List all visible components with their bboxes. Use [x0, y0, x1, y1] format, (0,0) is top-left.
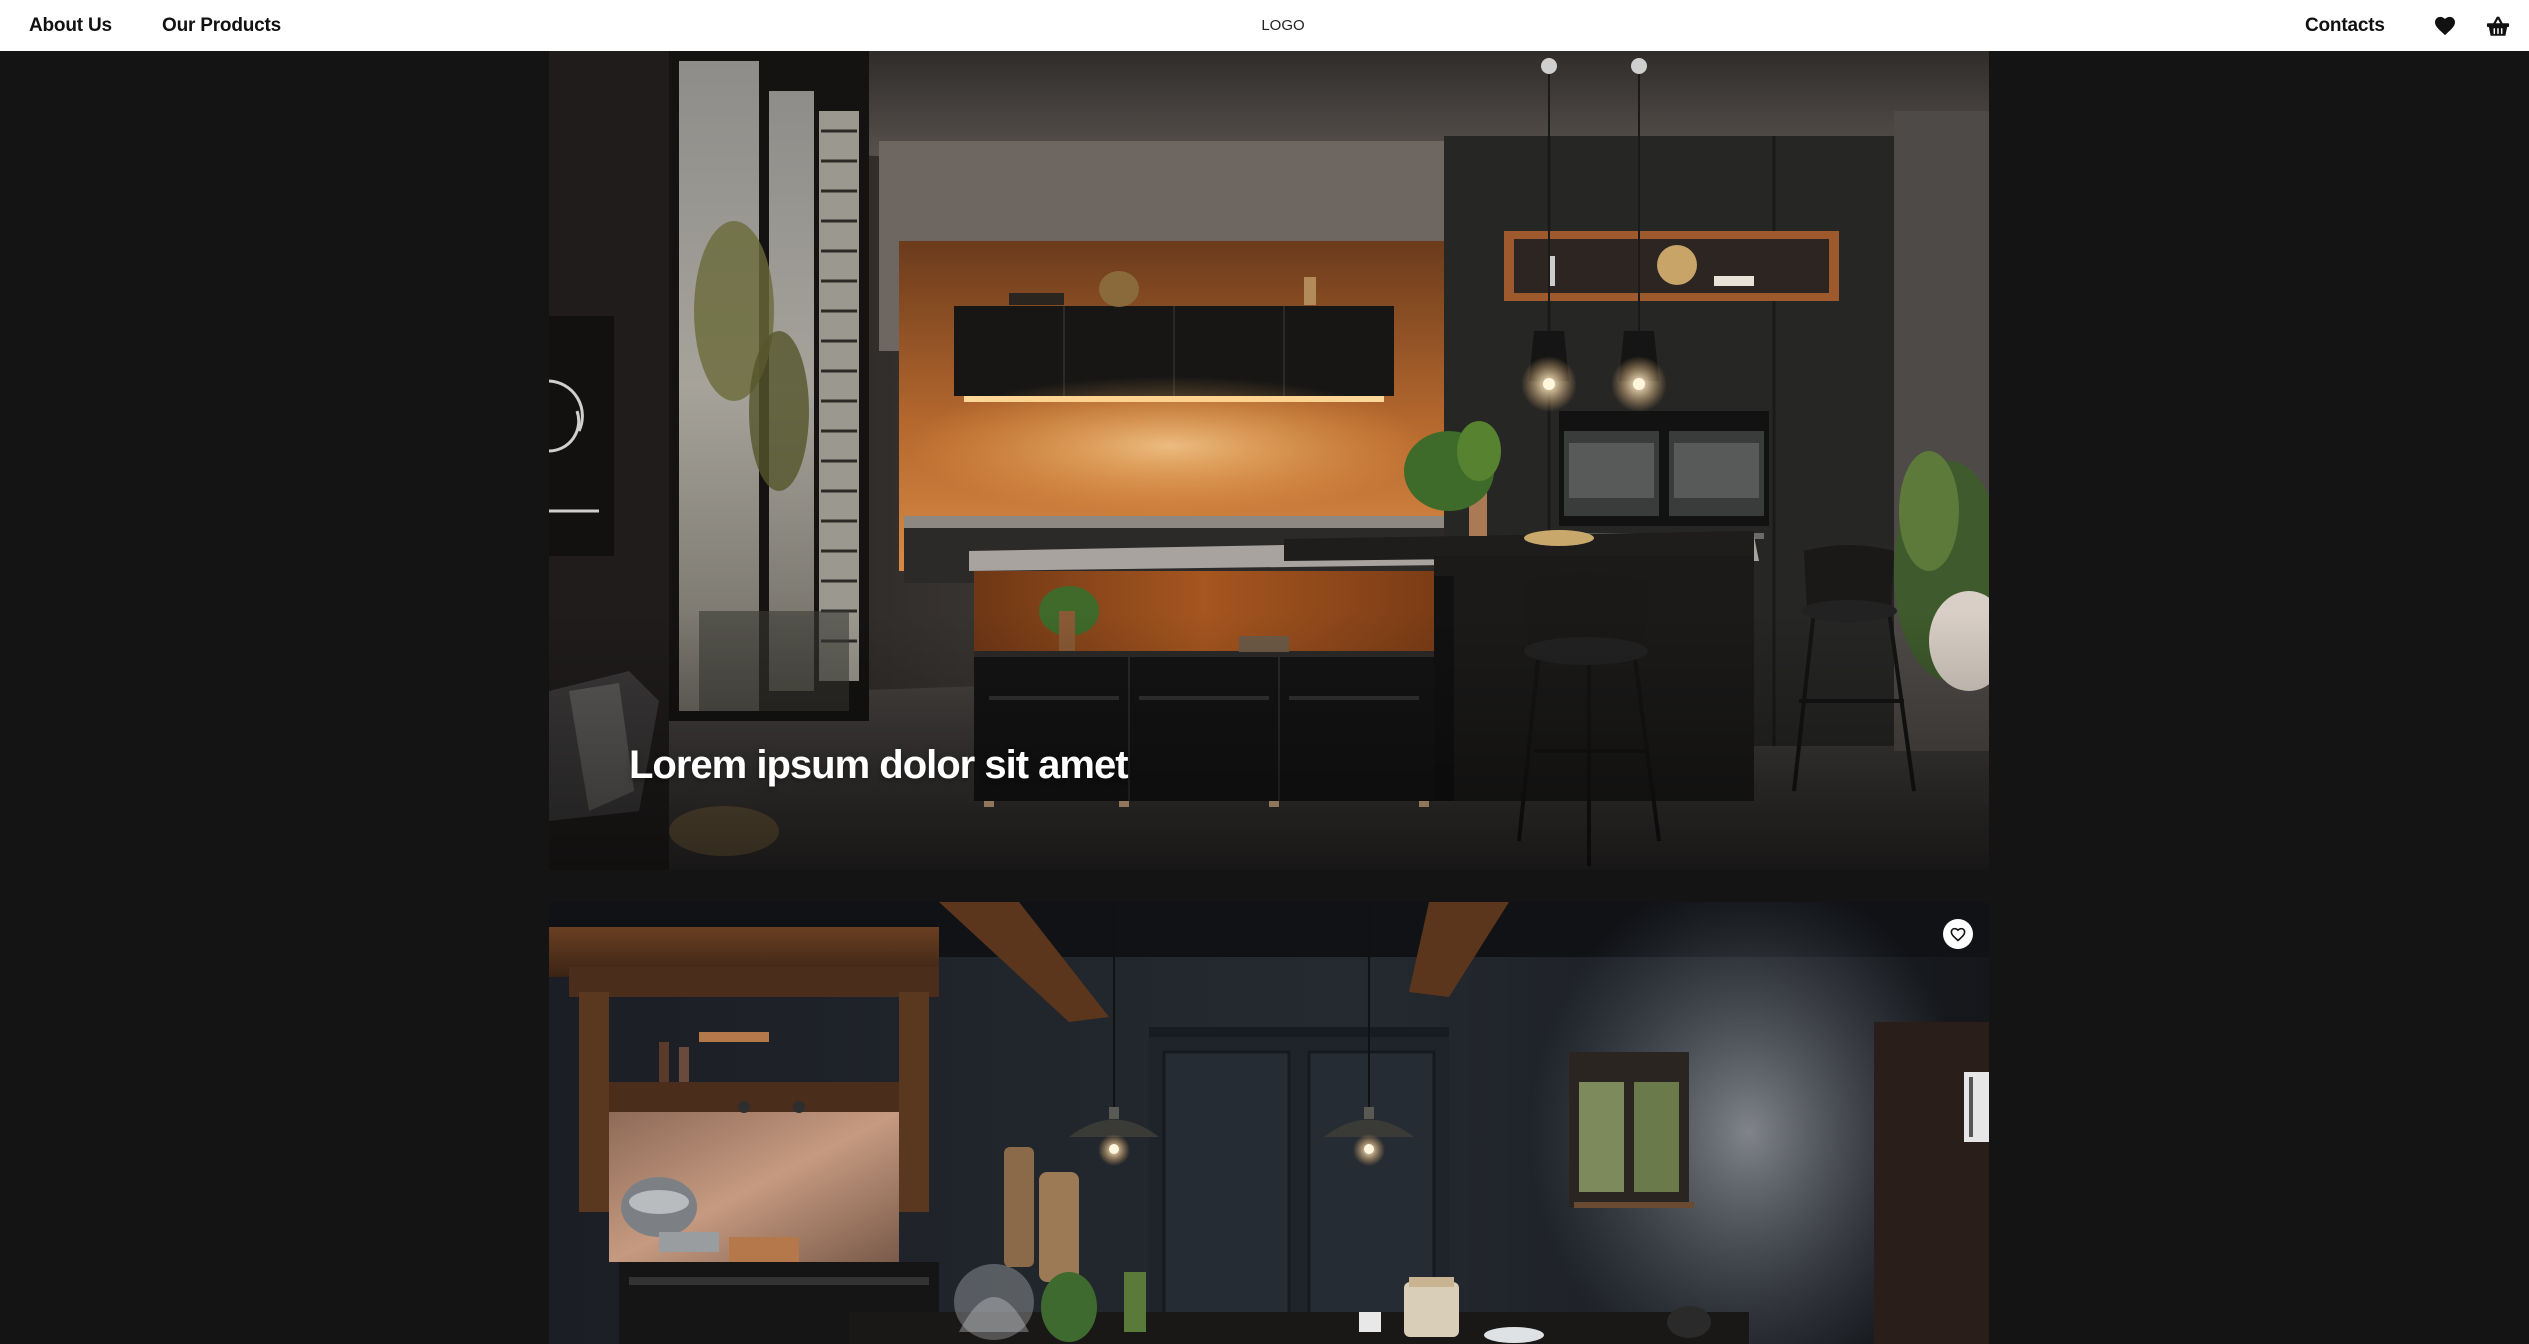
favorites-heart-icon[interactable] — [2432, 13, 2458, 39]
cart-basket-icon[interactable] — [2485, 13, 2511, 39]
top-navigation-bar: About Us Our Products LOGO Contacts — [0, 0, 2529, 51]
hero-card-modern-kitchen[interactable]: Lorem ipsum dolor sit amet — [549, 51, 1989, 870]
site-logo[interactable]: LOGO — [1261, 0, 1304, 51]
rustic-dark-kitchen-photo — [549, 902, 1989, 1344]
heart-outline-icon — [1950, 927, 1966, 941]
add-to-favorites-button[interactable] — [1943, 919, 1973, 949]
hero-card-caption: Lorem ipsum dolor sit amet — [629, 743, 1129, 787]
nav-our-products-link[interactable]: Our Products — [162, 0, 281, 51]
nav-about-us-link[interactable]: About Us — [29, 0, 112, 51]
nav-contacts-link[interactable]: Contacts — [2305, 0, 2385, 51]
hero-card-rustic-kitchen[interactable] — [549, 902, 1989, 1344]
